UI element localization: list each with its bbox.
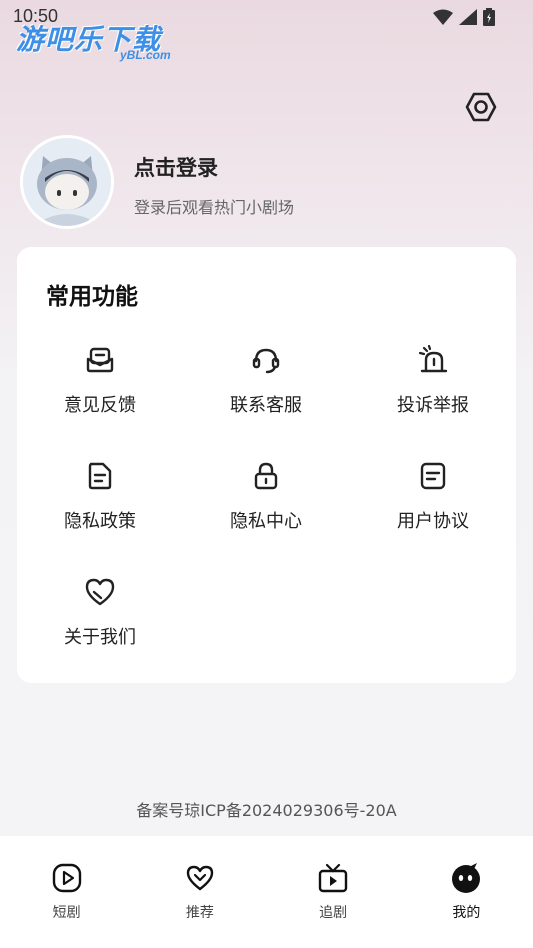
report-button[interactable]: 投诉举报: [350, 343, 516, 433]
feedback-label: 意见反馈: [64, 395, 136, 416]
lock-icon: [249, 459, 283, 493]
alarm-icon: [416, 343, 450, 377]
play-icon: [51, 862, 83, 894]
privacy-policy-button[interactable]: 隐私政策: [17, 459, 183, 549]
heart-chevron-icon: [184, 862, 216, 894]
common-functions-card: 常用功能 意见反馈 联系客服 投诉举报 隐私政策 隐私中心 用户协议 关于我们: [17, 247, 516, 683]
tab-following-label: 追剧: [319, 905, 348, 921]
tab-short-drama-label: 短剧: [52, 905, 81, 921]
card-title: 常用功能: [46, 284, 138, 310]
document-icon: [83, 459, 117, 493]
tab-recommend-label: 推荐: [185, 905, 214, 921]
user-agreement-button[interactable]: 用户协议: [350, 459, 516, 549]
feedback-button[interactable]: 意见反馈: [17, 343, 183, 433]
login-prompt[interactable]: 点击登录: [134, 152, 218, 182]
headset-icon: [249, 343, 283, 377]
agreement-icon: [416, 459, 450, 493]
user-agreement-label: 用户协议: [397, 511, 469, 532]
feedback-icon: [83, 343, 117, 377]
settings-icon: [465, 92, 497, 122]
signal-icon: [459, 9, 477, 25]
avatar[interactable]: [20, 135, 114, 229]
wifi-icon: [433, 9, 453, 25]
about-us-button[interactable]: 关于我们: [17, 575, 183, 665]
customer-service-label: 联系客服: [230, 395, 302, 416]
watermark-logo-sub: yBL.com: [120, 48, 171, 62]
bottom-tab-bar: 短剧 推荐 追剧 我的: [0, 836, 533, 948]
privacy-policy-label: 隐私政策: [64, 511, 136, 532]
tab-mine-label: 我的: [452, 905, 481, 921]
privacy-center-label: 隐私中心: [230, 511, 302, 532]
tv-icon: [317, 862, 349, 894]
about-us-label: 关于我们: [64, 627, 136, 648]
tab-mine[interactable]: 我的: [400, 836, 533, 948]
tab-short-drama[interactable]: 短剧: [0, 836, 133, 948]
tab-following[interactable]: 追剧: [267, 836, 400, 948]
tab-recommend[interactable]: 推荐: [133, 836, 266, 948]
report-label: 投诉举报: [397, 395, 469, 416]
icp-record: 备案号琼ICP备2024029306号-20A: [136, 801, 397, 820]
avatar-icon: [23, 138, 111, 226]
settings-button[interactable]: [462, 88, 500, 126]
login-subtitle: 登录后观看热门小剧场: [134, 198, 295, 217]
heart-icon: [83, 575, 117, 609]
battery-icon: [483, 8, 495, 26]
profile-face-icon: [450, 862, 482, 894]
privacy-center-button[interactable]: 隐私中心: [183, 459, 349, 549]
customer-service-button[interactable]: 联系客服: [183, 343, 349, 433]
status-icons: [433, 8, 495, 26]
